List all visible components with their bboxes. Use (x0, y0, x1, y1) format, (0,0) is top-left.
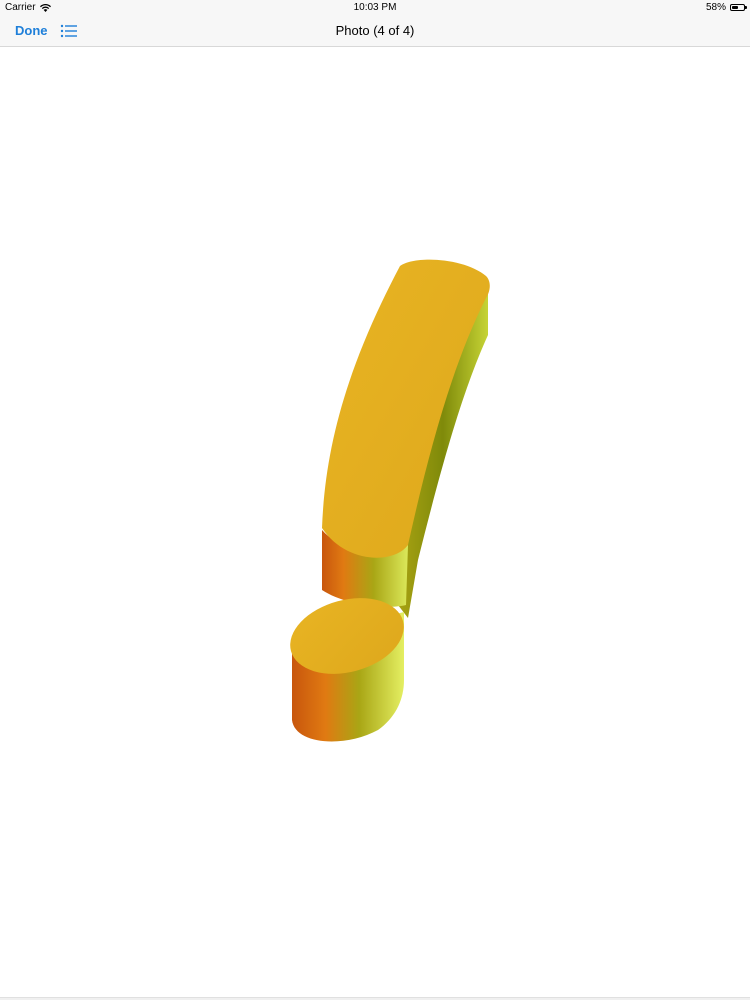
page-title: Photo (4 of 4) (335, 23, 415, 38)
exclamation-mark-3d-icon (290, 259, 490, 742)
status-right: 58% (705, 2, 747, 13)
navigation-bar: Done Photo (4 of 4) (0, 15, 750, 47)
battery-percent: 58% (705, 2, 726, 13)
photo-area[interactable] (0, 47, 750, 997)
status-bar: Carrier 10:03 PM 58% (0, 0, 750, 15)
photo-viewer-screen: Carrier 10:03 PM 58% Done Photo (4 of 4) (0, 0, 750, 1000)
battery-fill (732, 6, 739, 9)
battery-icon (730, 4, 747, 11)
status-time: 10:03 PM (353, 2, 397, 13)
